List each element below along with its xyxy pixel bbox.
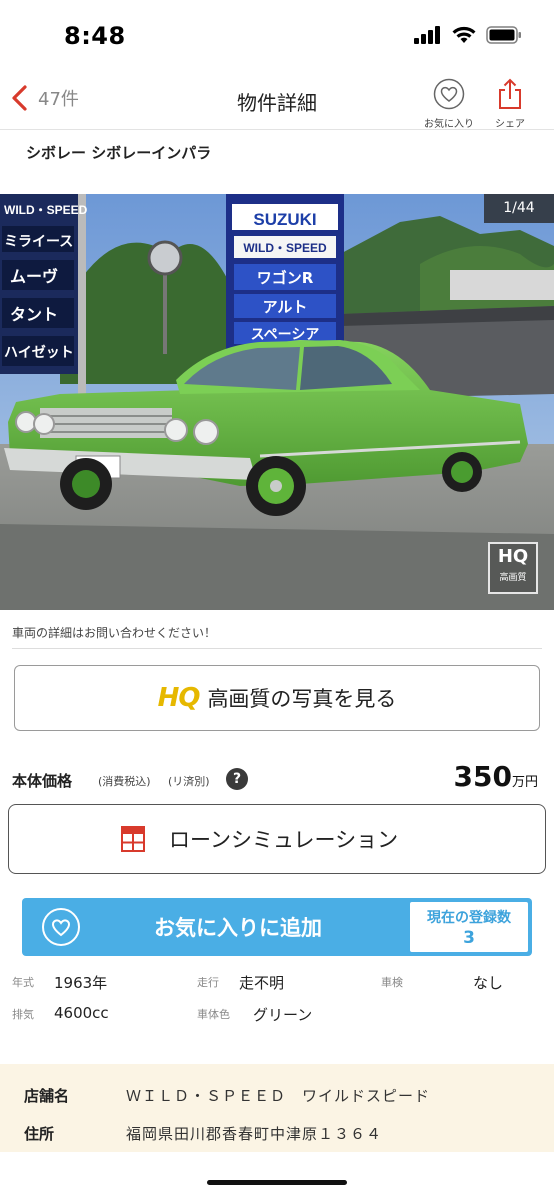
shop-name-label: 店舗名 [24,1087,70,1105]
loan-simulation-button[interactable]: ローンシミュレーション [8,804,546,874]
price-row: 本体価格 (消費税込) (リ済別) ? 350万円 [12,760,538,796]
home-indicator [207,1180,347,1185]
price-label: 本体価格 [12,772,73,790]
hq-badge-subtext: 高画質 [499,573,527,583]
sign-suzuki: SUZUKI [253,210,316,229]
spec-label: 車検 [381,976,403,989]
status-bar: 8:48 [0,0,554,72]
sign-wagonr: ワゴンR [257,269,314,287]
hq-photos-button[interactable]: HQ 高画質の写真を見る [14,665,540,731]
spec-label: 年式 [12,976,34,989]
add-favorite-label: お気に入りに追加 [154,916,322,940]
price-value: 350万円 [454,760,538,793]
spec-value: なし [473,974,504,992]
price-repair-note: (リ済別) [168,775,210,788]
sign-wildspeed-left: WILD・SPEED [4,203,88,217]
favorite-count-label: 現在の登録数 [427,910,511,926]
sign-hijet: ハイゼット [4,344,74,361]
spec-color: 車体色 グリーン [197,1000,377,1028]
price-unit: 万円 [511,775,538,790]
share-label: シェア [495,119,525,130]
heart-icon [42,908,80,946]
nav-bar: 47件 物件詳細 お気に入り シェア [0,72,554,130]
sign-wildspeed-center: WILD・SPEED [243,241,327,255]
hq-photos-button-label: 高画質の写真を見る [207,687,397,711]
divider [12,648,542,649]
signal-icon [414,26,440,44]
spec-value: 4600cc [54,1004,109,1022]
favorite-count-box: 現在の登録数 3 [410,902,528,952]
status-icons [414,26,522,44]
shop-address-value: 福岡県田川郡香春町中津原１３６４ [126,1125,383,1143]
shop-address-row: 住所 福岡県田川郡香春町中津原１３６４ [24,1120,534,1144]
shop-info: 店舗名 ＷＩＬＤ・ＳＰＥＥＤ ワイルドスピード 住所 福岡県田川郡香春町中津原１… [0,1064,554,1152]
favorite-count-value: 3 [463,928,475,948]
price-help-icon[interactable]: ? [226,768,248,790]
share-button[interactable]: シェア [488,78,532,130]
car-photo[interactable]: SUZUKI WILD・SPEED ワゴンR アルト スペーシア WILD・SP… [0,194,554,610]
spec-mileage: 走行 走不明 [197,968,377,996]
spec-year: 年式 1963年 [12,968,192,996]
loan-simulation-label: ローンシミュレーション [169,828,399,852]
spec-displacement: 排気 4600cc [12,1000,192,1028]
spec-label: 走行 [197,976,219,989]
shop-address-label: 住所 [24,1125,55,1143]
heart-icon [433,78,465,110]
heart-outline-icon [51,919,71,937]
hq-badge-text: HQ [497,546,529,567]
spec-value: グリーン [253,1006,313,1024]
favorite-nav-button[interactable]: お気に入り [418,78,480,130]
price-tax-note: (消費税込) [98,775,151,788]
photo-counter: 1/44 [484,194,554,223]
shop-name-value[interactable]: ＷＩＬＤ・ＳＰＥＥＤ ワイルドスピード [126,1085,430,1106]
shop-name-row: 店舗名 ＷＩＬＤ・ＳＰＥＥＤ ワイルドスピード [24,1082,534,1106]
battery-icon [486,26,521,44]
spec-label: 排気 [12,1008,34,1021]
hq-photo-badge[interactable]: HQ 高画質 [488,542,538,594]
hq-logo: HQ [157,683,201,713]
sign-miraes: ミライース [4,234,73,250]
favorite-nav-label: お気に入り [424,119,474,130]
car-photo-image: SUZUKI WILD・SPEED ワゴンR アルト スペーシア WILD・SP… [0,194,554,610]
status-time: 8:48 [64,22,126,50]
spec-value: 走不明 [239,974,285,992]
sign-alto: アルト [263,298,308,316]
share-icon [499,78,521,109]
sign-tanto: タント [10,305,58,324]
car-title: シボレー シボレーインパラ [26,144,212,162]
sign-move: ムーヴ [10,267,58,286]
add-favorite-button[interactable]: お気に入りに追加 現在の登録数 3 [22,898,532,956]
inquiry-notice: 車両の詳細はお問い合わせください！ [12,626,217,640]
spec-inspection: 車検 なし [381,968,541,996]
spec-label: 車体色 [197,1008,230,1021]
calculator-icon [121,826,145,852]
price-number: 350 [453,760,512,793]
wifi-icon [452,26,476,43]
spec-value: 1963年 [54,974,108,992]
